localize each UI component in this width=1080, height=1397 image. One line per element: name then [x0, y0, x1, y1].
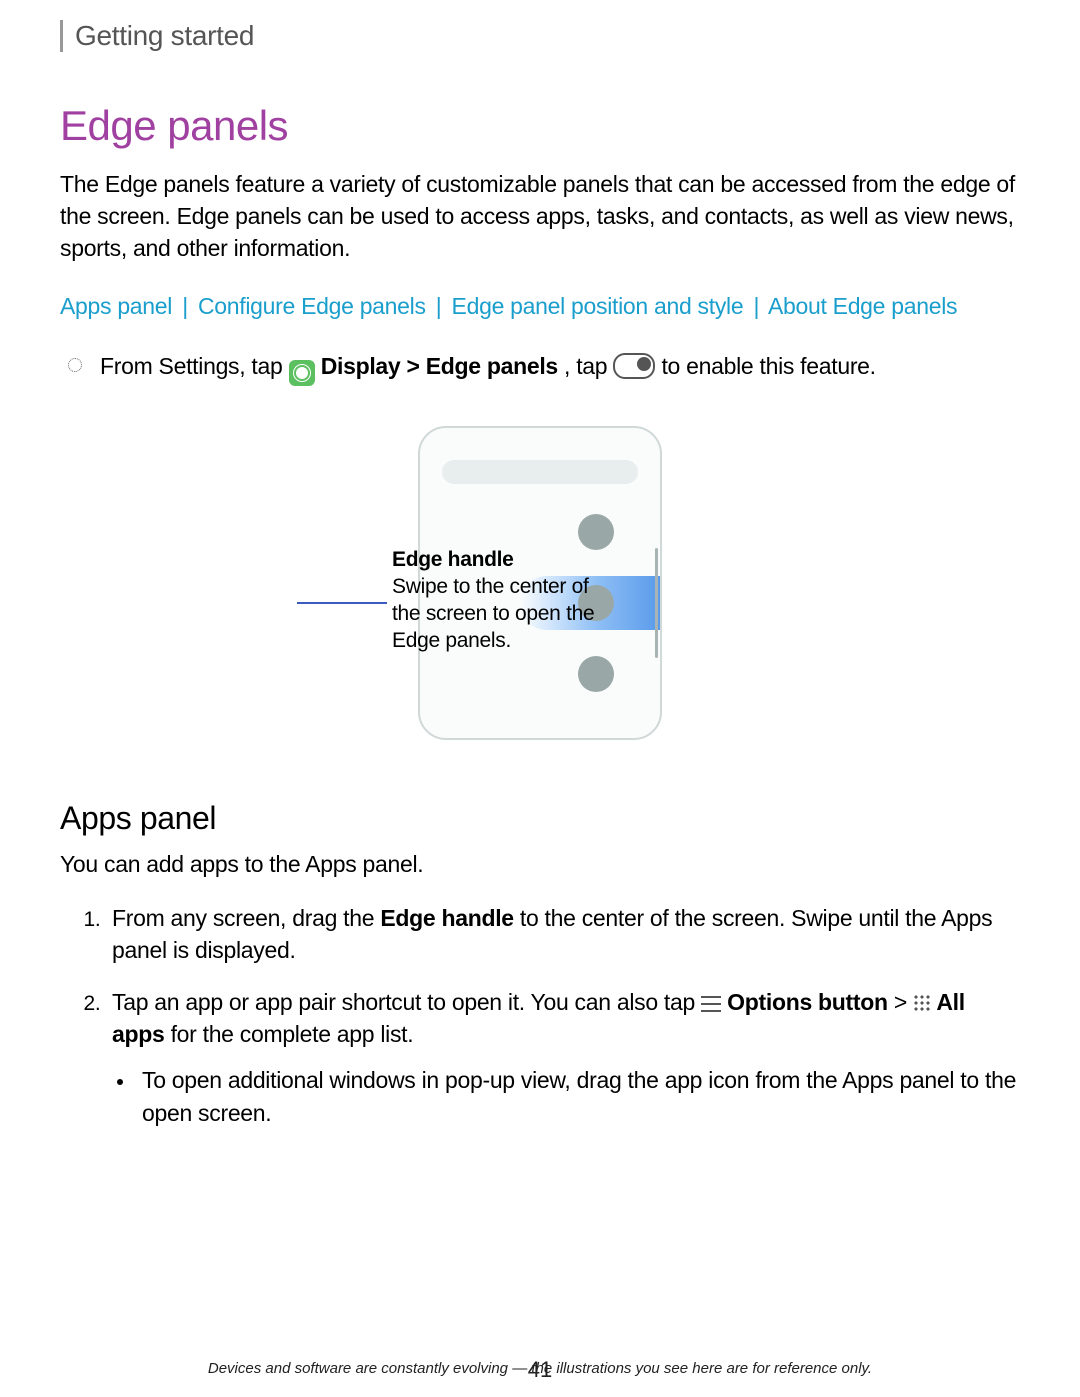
step1-pre: From any screen, drag the — [112, 905, 380, 931]
link-sep: | — [182, 293, 188, 319]
instr-tap: , tap — [564, 353, 613, 379]
allapps-icon — [913, 994, 931, 1012]
edge-handle-bar — [655, 548, 658, 658]
step-1: From any screen, drag the Edge handle to… — [106, 902, 1020, 966]
step2-post: for the complete app list. — [164, 1021, 413, 1047]
callout-text: Edge handle Swipe to the center of the s… — [392, 546, 602, 655]
subintro: You can add apps to the Apps panel. — [60, 851, 1020, 878]
step1-bold: Edge handle — [380, 905, 513, 931]
step2-sublist: To open additional windows in pop-up vie… — [112, 1064, 1020, 1128]
step-2: Tap an app or app pair shortcut to open … — [106, 986, 1020, 1129]
toggle-icon — [613, 353, 655, 379]
page-number: 41 — [0, 1357, 1080, 1383]
link-configure[interactable]: Configure Edge panels — [198, 293, 426, 319]
step2-options: Options button — [721, 989, 888, 1015]
link-about[interactable]: About Edge panels — [768, 293, 957, 319]
app-dot — [578, 514, 614, 550]
link-row: Apps panel | Configure Edge panels | Edg… — [60, 293, 1020, 320]
footer: Devices and software are constantly evol… — [0, 1360, 1080, 1377]
step2-gt: > — [888, 989, 913, 1015]
steps-list: From any screen, drag the Edge handle to… — [60, 902, 1020, 1129]
link-sep: | — [436, 293, 442, 319]
callout-body: Swipe to the center of the screen to ope… — [392, 575, 594, 653]
instr-display-edge: Display > Edge panels — [321, 353, 558, 379]
diagram: Edge handle Swipe to the center of the s… — [60, 426, 1020, 740]
instruction: From Settings, tap Display > Edge panels… — [60, 350, 1020, 386]
intro-text: The Edge panels feature a variety of cus… — [60, 168, 1020, 265]
link-sep: | — [753, 293, 759, 319]
instr-pre: From Settings, tap — [100, 353, 289, 379]
link-position-style[interactable]: Edge panel position and style — [452, 293, 744, 319]
display-icon — [289, 360, 315, 386]
step2-sub-item: To open additional windows in pop-up vie… — [136, 1064, 1020, 1128]
subtitle: Apps panel — [60, 800, 1020, 837]
step2-pre: Tap an app or app pair shortcut to open … — [112, 989, 701, 1015]
instr-post: to enable this feature. — [661, 353, 875, 379]
link-apps-panel[interactable]: Apps panel — [60, 293, 172, 319]
bullet-icon — [68, 358, 82, 372]
app-dot — [578, 656, 614, 692]
callout-title: Edge handle — [392, 546, 602, 573]
phone-topbar — [442, 460, 638, 484]
options-icon — [701, 996, 721, 1012]
callout-line — [297, 602, 387, 604]
breadcrumb: Getting started — [60, 20, 1020, 52]
page-title: Edge panels — [60, 102, 1020, 150]
